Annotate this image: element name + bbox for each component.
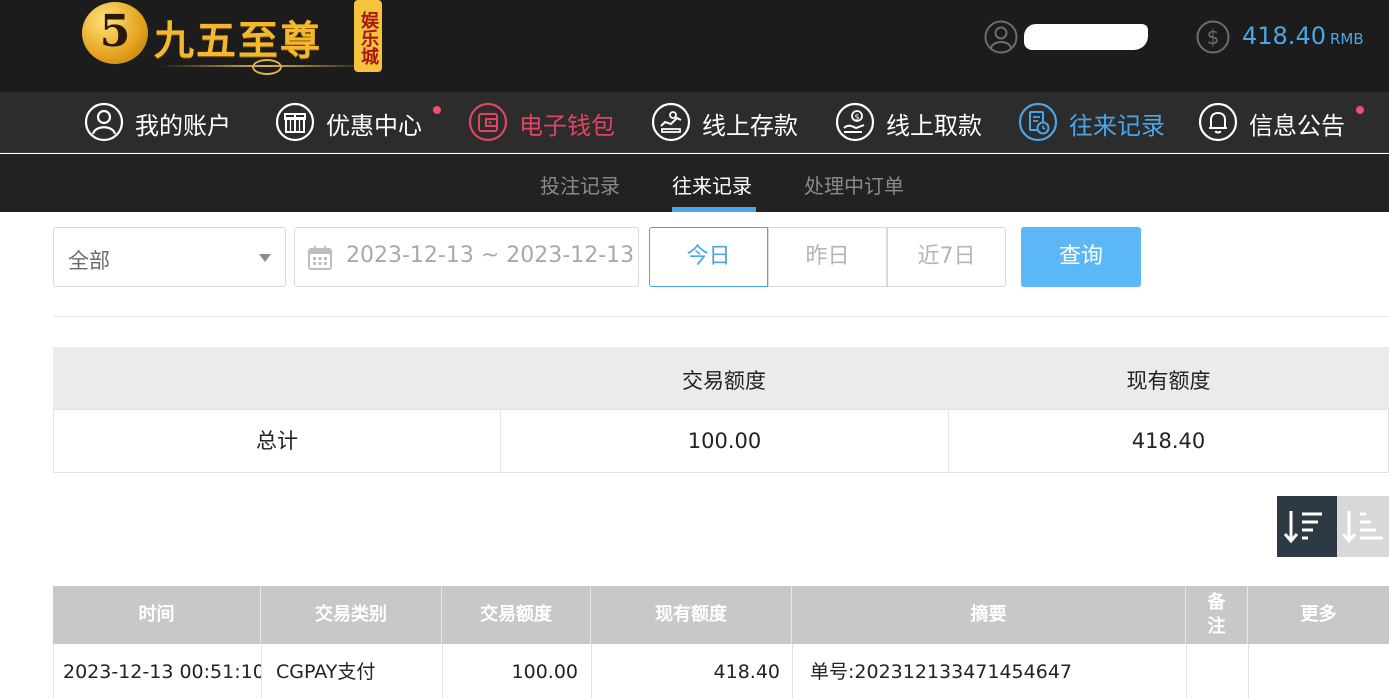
col-header-balance: 现有额度 bbox=[591, 586, 792, 644]
quick-yesterday-button[interactable]: 昨日 bbox=[768, 227, 887, 287]
logo-text: 九五至尊 bbox=[154, 17, 322, 64]
sort-ascending-button[interactable] bbox=[1337, 496, 1389, 557]
col-header-type: 交易类别 bbox=[261, 586, 442, 644]
col-header-note: 备注 bbox=[1186, 586, 1248, 644]
search-button[interactable]: 查询 bbox=[1021, 227, 1141, 287]
tab-bet-records[interactable]: 投注记录 bbox=[540, 170, 620, 199]
svg-text:$: $ bbox=[1207, 25, 1220, 49]
main-nav: 我的账户 优惠中心 电子钱包 线上存款 $ 线上取款 往来记录 信息公告 bbox=[0, 92, 1389, 153]
quick-7days-button[interactable]: 近7日 bbox=[887, 227, 1006, 287]
col-header-amount: 交易额度 bbox=[442, 586, 591, 644]
date-range-input[interactable]: 2023-12-13 ~ 2023-12-13 bbox=[294, 227, 639, 287]
cell-balance: 418.40 bbox=[592, 644, 793, 698]
col-header-summary: 摘要 bbox=[792, 586, 1186, 644]
balance-currency: RMB bbox=[1329, 30, 1364, 48]
summary-header-current: 现有额度 bbox=[1126, 369, 1211, 393]
active-tab-underline bbox=[672, 207, 756, 212]
notification-dot bbox=[433, 106, 441, 114]
type-select[interactable]: 全部 bbox=[53, 227, 286, 287]
balance-display: 418.40 RMB bbox=[1242, 22, 1364, 50]
calendar-icon bbox=[308, 246, 332, 270]
coin-icon: $ bbox=[1196, 20, 1230, 54]
records-icon bbox=[1018, 102, 1058, 142]
withdraw-icon: $ bbox=[835, 102, 875, 142]
username-redacted[interactable]: user bbox=[1024, 24, 1148, 50]
summary-row: 总计 100.00 418.40 bbox=[53, 409, 1389, 473]
nav-item-label: 线上取款 bbox=[886, 112, 982, 140]
col-header-time: 时间 bbox=[53, 586, 261, 644]
sub-nav: 投注记录 往来记录 处理中订单 bbox=[0, 154, 1389, 212]
summary-header-transaction: 交易额度 bbox=[682, 369, 766, 393]
nav-item-label: 往来记录 bbox=[1069, 112, 1165, 140]
nav-item-label: 线上存款 bbox=[702, 112, 798, 140]
cell-note bbox=[1187, 644, 1249, 698]
user-icon[interactable] bbox=[984, 20, 1018, 54]
summary-header: 交易额度 现有额度 bbox=[53, 347, 1389, 409]
date-range-value: 2023-12-13 ~ 2023-12-13 bbox=[346, 243, 635, 268]
bell-icon bbox=[1198, 102, 1238, 142]
summary-current-amount: 418.40 bbox=[1131, 429, 1206, 453]
col-header-more: 更多 bbox=[1300, 604, 1337, 625]
chevron-down-icon bbox=[259, 254, 271, 262]
tab-pending-orders[interactable]: 处理中订单 bbox=[804, 170, 904, 199]
table-row[interactable]: 2023-12-13 00:51:10 CGPAY支付 100.00 418.4… bbox=[53, 644, 1389, 698]
balance-amount: 418.40 bbox=[1242, 22, 1326, 50]
deposit-icon bbox=[651, 102, 691, 142]
sort-desc-icon bbox=[1283, 511, 1322, 544]
nav-item-label: 电子钱包 bbox=[519, 112, 615, 140]
cell-summary: 单号:202312133471454647 bbox=[793, 644, 1187, 698]
svg-text:$: $ bbox=[854, 113, 859, 122]
cell-amount: 100.00 bbox=[443, 644, 592, 698]
gift-icon bbox=[275, 102, 315, 142]
detail-table-header: 时间 交易类别 交易额度 现有额度 摘要 备注 更多 bbox=[53, 586, 1389, 644]
logo-numeral: 5 bbox=[99, 6, 131, 57]
tab-transaction-records[interactable]: 往来记录 bbox=[672, 170, 752, 199]
type-select-value: 全部 bbox=[68, 249, 110, 273]
divider bbox=[53, 316, 1389, 317]
summary-total-label: 总计 bbox=[54, 410, 501, 472]
summary-transaction-amount: 100.00 bbox=[501, 410, 949, 472]
cell-time: 2023-12-13 00:51:10 bbox=[54, 644, 262, 698]
top-header: 5 九五至尊 娱乐城 user $ 418.40 RMB bbox=[0, 0, 1389, 92]
wallet-icon bbox=[468, 102, 508, 142]
notification-dot bbox=[1356, 106, 1364, 114]
cell-more[interactable] bbox=[1249, 644, 1389, 698]
nav-item-label: 我的账户 bbox=[135, 112, 231, 140]
sort-asc-icon bbox=[1341, 511, 1383, 544]
site-logo[interactable]: 5 九五至尊 娱乐城 bbox=[82, 0, 382, 76]
nav-item-label: 优惠中心 bbox=[326, 112, 422, 140]
logo-badge: 娱乐城 bbox=[354, 0, 382, 72]
nav-item-label: 信息公告 bbox=[1249, 112, 1345, 140]
col-header-note-text: 备注 bbox=[1207, 592, 1226, 637]
logo-emblem: 5 bbox=[82, 2, 148, 64]
quick-today-button[interactable]: 今日 bbox=[649, 227, 768, 287]
cell-type: CGPAY支付 bbox=[262, 644, 443, 698]
sort-descending-button[interactable] bbox=[1277, 496, 1337, 557]
user-icon bbox=[84, 102, 124, 142]
logo-ornament bbox=[160, 59, 370, 75]
